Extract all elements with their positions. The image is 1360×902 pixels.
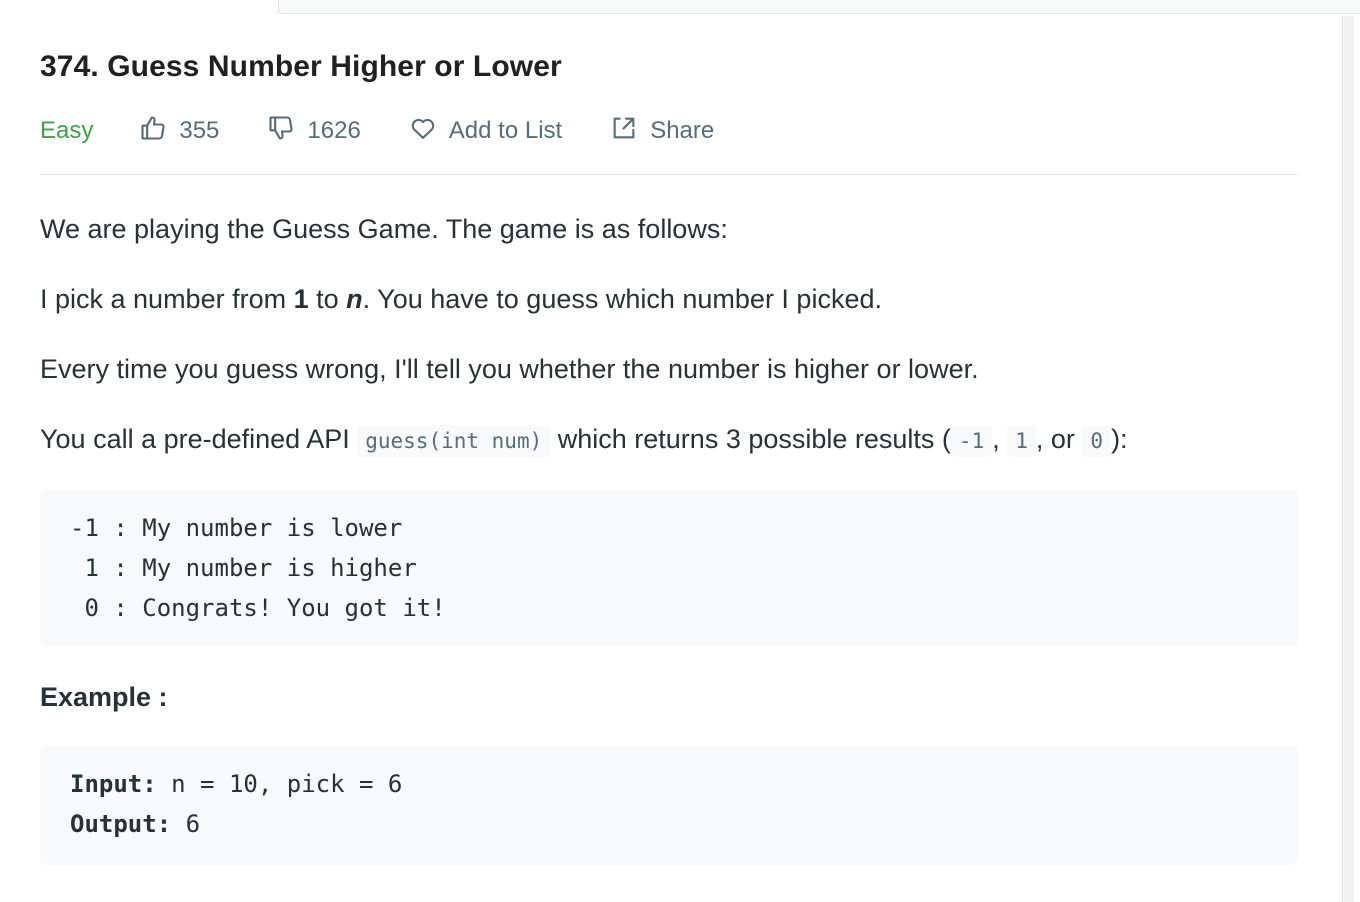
input-value: n = 10, pick = 6 [156,770,403,798]
text-span: to [308,284,347,314]
problem-description: 374. Guess Number Higher or Lower Easy 3… [40,46,1298,865]
text-span: ): [1111,424,1128,454]
example-heading: Example : [40,682,168,712]
heart-icon [409,114,449,149]
text-span: , [992,424,1008,454]
problem-meta-bar: Easy 355 1626 Add to List Share [40,108,1298,175]
range-end-variable: n [346,284,363,314]
output-value: 6 [171,810,201,838]
dislike-button[interactable]: 1626 [267,114,361,149]
top-tab-strip [278,0,1360,14]
text-span: , or [1035,424,1083,454]
result-line: 1 : My number is higher [70,554,417,582]
result-code-zero: 0 [1082,425,1112,457]
description-paragraph-2: I pick a number from 1 to n. You have to… [40,279,1298,319]
problem-title: 374. Guess Number Higher or Lower [40,50,562,83]
description-paragraph-1: We are playing the Guess Game. The game … [40,214,728,244]
range-start: 1 [293,284,309,314]
share-button[interactable]: Share [610,114,714,149]
text-span: . You have to guess which number I picke… [362,284,882,314]
thumbs-up-icon [139,114,179,149]
scrollbar[interactable] [1342,16,1354,902]
input-label: Input: [70,770,157,798]
share-label: Share [650,117,715,144]
dislike-count: 1626 [307,117,361,144]
text-span: You call a pre-defined API [40,424,358,454]
description-paragraph-4: You call a pre-defined API guess(int num… [40,419,1298,461]
output-label: Output: [70,810,172,838]
difficulty-badge: Easy [40,117,94,144]
add-to-list-button[interactable]: Add to List [409,114,562,149]
like-button[interactable]: 355 [139,114,219,149]
like-count: 355 [179,117,220,144]
share-icon [610,114,650,149]
text-span: which returns 3 possible results ( [550,424,951,454]
api-signature-code: guess(int num) [357,425,551,457]
result-line: 0 : Congrats! You got it! [70,594,446,622]
problem-body: We are playing the Guess Game. The game … [40,209,1298,865]
text-span: I pick a number from [40,284,294,314]
results-code-block: -1 : My number is lower 1 : My number is… [40,489,1298,647]
result-line: -1 : My number is lower [70,514,403,542]
result-code-minus-one: -1 [950,425,993,457]
thumbs-down-icon [267,114,307,149]
description-paragraph-3: Every time you guess wrong, I'll tell yo… [40,354,979,384]
example-code-block: Input: n = 10, pick = 6 Output: 6 [40,745,1298,865]
add-to-list-label: Add to List [448,117,563,144]
result-code-one: 1 [1007,425,1036,457]
